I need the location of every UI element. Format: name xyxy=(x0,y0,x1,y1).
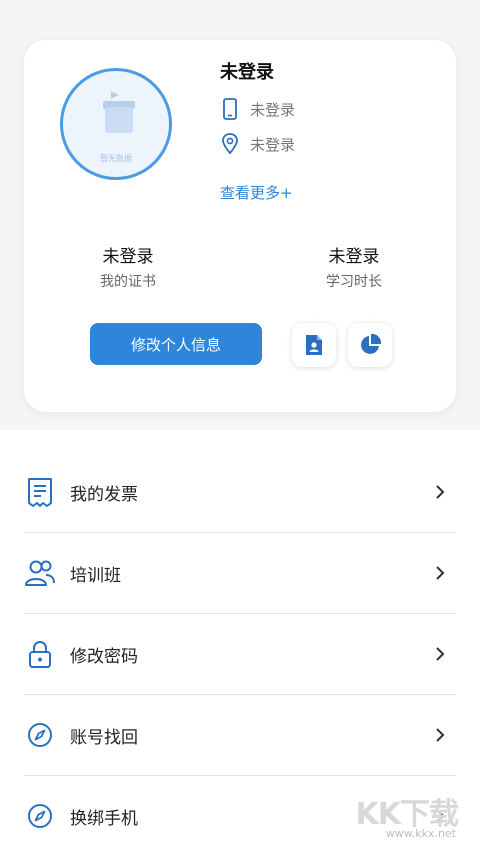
stat-label: 学习时长 xyxy=(326,274,382,290)
phone-value: 未登录 xyxy=(250,100,296,119)
menu-item-account-recovery[interactable]: 账号找回 xyxy=(24,695,456,776)
group-icon xyxy=(25,560,55,586)
flag-icon xyxy=(111,91,119,99)
lock-icon xyxy=(29,641,51,668)
edit-profile-button[interactable]: 修改个人信息 xyxy=(90,323,262,365)
menu-item-change-password[interactable]: 修改密码 xyxy=(24,614,456,695)
pie-chart-icon xyxy=(361,333,382,354)
statistics-button[interactable] xyxy=(348,323,392,367)
stat-study-time[interactable]: 未登录 学习时长 xyxy=(274,242,434,291)
avatar-caption: 暂无数据 xyxy=(100,154,132,163)
chevron-right-icon xyxy=(436,566,445,580)
chevron-right-icon xyxy=(436,485,445,499)
document-user-icon xyxy=(306,335,322,355)
watermark: KK下载 www.kkx.net xyxy=(346,789,466,843)
compass-icon xyxy=(28,723,52,747)
menu-item-label: 我的发票 xyxy=(70,484,138,505)
menu-item-training-class[interactable]: 培训班 xyxy=(24,533,456,614)
profile-card: 暂无数据 未登录 未登录 未登录 查看更多+ 未登录 我的证书 未登录 学习时长… xyxy=(24,40,456,412)
watermark-url: www.kkx.net xyxy=(385,827,456,840)
compass-icon xyxy=(28,804,52,828)
stat-value: 未登录 xyxy=(328,247,380,267)
phone-icon xyxy=(223,98,237,120)
location-row: 未登录 xyxy=(220,132,295,156)
view-more-link[interactable]: 查看更多+ xyxy=(220,182,293,203)
id-card-button[interactable] xyxy=(292,323,336,367)
user-name: 未登录 xyxy=(220,62,274,83)
menu-item-label: 修改密码 xyxy=(70,646,138,667)
empty-box-icon xyxy=(105,107,133,133)
phone-row: 未登录 xyxy=(220,97,295,121)
location-value: 未登录 xyxy=(250,135,296,154)
receipt-icon xyxy=(28,478,52,507)
stat-certificates[interactable]: 未登录 我的证书 xyxy=(48,242,208,291)
menu-item-label: 账号找回 xyxy=(70,727,138,748)
stat-label: 我的证书 xyxy=(100,274,156,290)
avatar[interactable]: 暂无数据 xyxy=(60,68,172,180)
menu-item-label: 培训班 xyxy=(70,565,121,586)
chevron-right-icon xyxy=(436,728,445,742)
chevron-right-icon xyxy=(436,647,445,661)
stat-value: 未登录 xyxy=(102,247,154,267)
menu-item-invoice[interactable]: 我的发票 xyxy=(24,452,456,533)
location-pin-icon xyxy=(222,133,238,155)
